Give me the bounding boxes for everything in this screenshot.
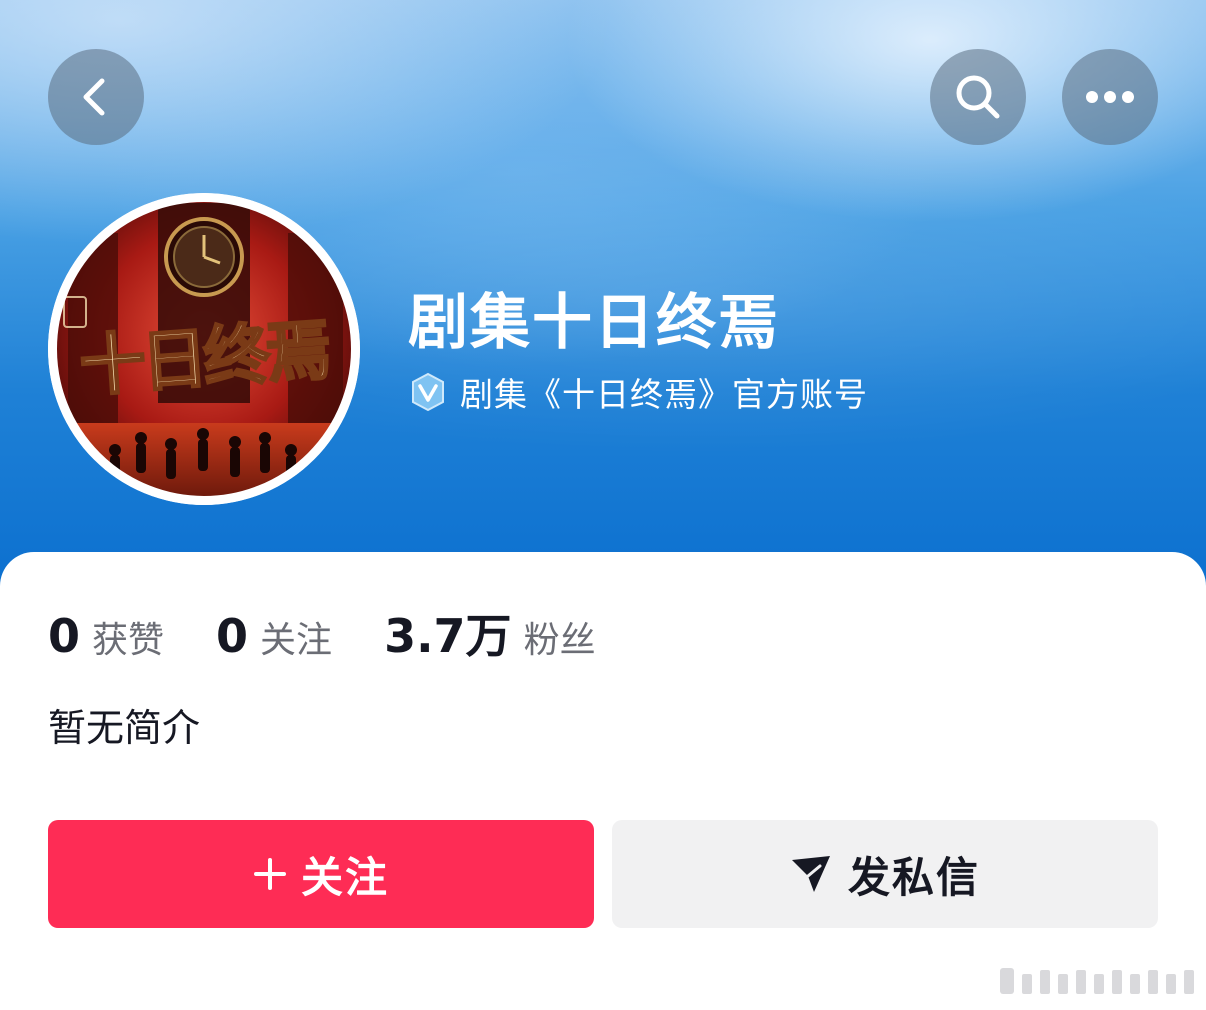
- search-button[interactable]: [930, 49, 1026, 145]
- follow-button-label: 关注: [300, 852, 389, 902]
- stat-followers[interactable]: 3.7万 粉丝: [384, 600, 596, 666]
- message-button-label: 发私信: [847, 852, 980, 902]
- chevron-left-icon: [83, 78, 105, 116]
- more-button[interactable]: [1062, 49, 1158, 145]
- stat-followers-value: 3.7万: [384, 609, 512, 663]
- stats-row: 0 获赞 0 关注 3.7万 粉丝: [48, 600, 648, 663]
- stat-likes[interactable]: 0 获赞: [48, 609, 164, 663]
- back-button[interactable]: [48, 49, 144, 145]
- bio-text: 暂无简介: [48, 706, 201, 750]
- plus-icon: [253, 858, 286, 890]
- verification-row: 剧集《十日终焉》官方账号: [408, 370, 868, 414]
- stat-likes-value: 0: [48, 609, 81, 663]
- ellipsis-icon: [1086, 91, 1134, 103]
- stat-likes-label: 获赞: [92, 620, 165, 661]
- stat-following-value: 0: [216, 609, 249, 663]
- stat-following[interactable]: 0 关注: [216, 609, 332, 663]
- avatar-poster-image: 十日终焉: [48, 193, 360, 505]
- watermark-mark: [1000, 968, 1194, 994]
- follow-button[interactable]: 关注: [48, 820, 594, 928]
- verified-v-icon: [412, 372, 444, 412]
- send-icon: [791, 856, 830, 892]
- profile-page: 十日终焉 剧集十日终焉 剧集《十日终焉》官方账号 0 获赞 0 关注 3.7万 …: [0, 0, 1206, 1010]
- search-icon: [956, 75, 1000, 119]
- message-button[interactable]: 发私信: [612, 820, 1158, 928]
- verification-text: 剧集《十日终焉》官方账号: [460, 375, 868, 414]
- stat-followers-label: 粉丝: [523, 620, 596, 661]
- profile-name: 剧集十日终焉: [408, 288, 780, 358]
- avatar[interactable]: 十日终焉: [48, 193, 360, 505]
- stat-following-label: 关注: [260, 620, 333, 661]
